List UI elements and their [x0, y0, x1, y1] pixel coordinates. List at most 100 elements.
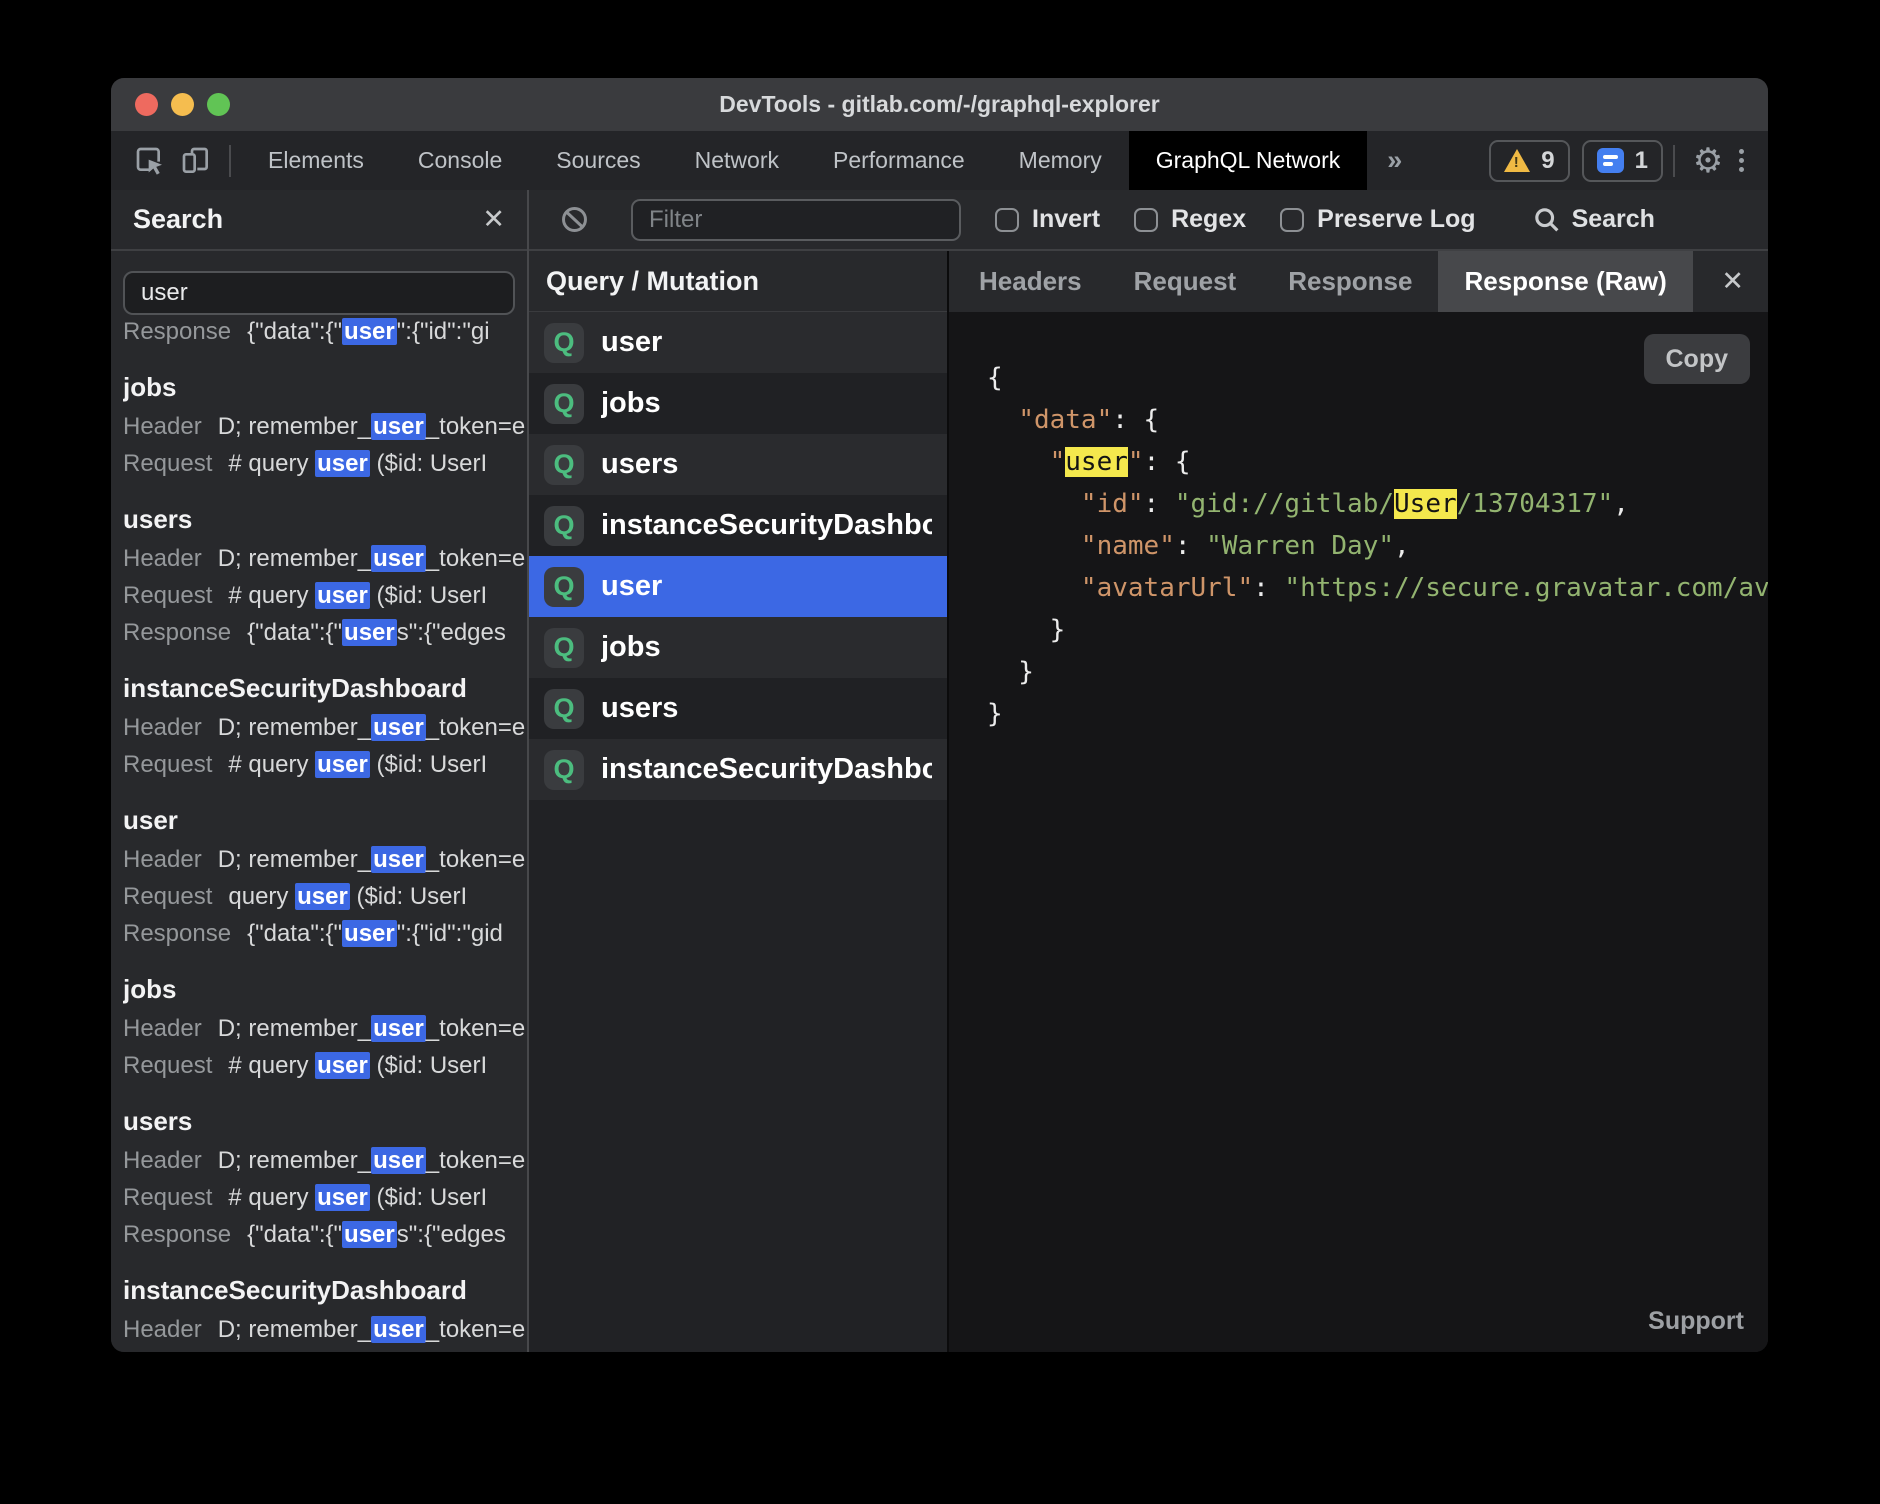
detail-tab-request[interactable]: Request: [1108, 251, 1263, 312]
json-line: }: [987, 651, 1768, 693]
result-group-title: jobs: [123, 974, 527, 1005]
tab-console[interactable]: Console: [391, 131, 529, 190]
zoom-window-button[interactable]: [207, 93, 230, 116]
tab-sources[interactable]: Sources: [529, 131, 667, 190]
query-row-instancesecuritydashboard[interactable]: QinstanceSecurityDashboard: [529, 739, 947, 800]
query-row-instancesecuritydashboard[interactable]: QinstanceSecurityDashboard: [529, 495, 947, 556]
search-result-group: jobsHeaderD; remember_user_token=eReques…: [123, 372, 527, 482]
query-row-label: user: [601, 326, 662, 359]
result-line-label: Request: [123, 1184, 212, 1211]
search-result-line[interactable]: Response{"data":{"user":{"id":"gi: [123, 315, 527, 350]
detail-tab-headers[interactable]: Headers: [953, 251, 1108, 312]
json-match-highlight: User: [1394, 489, 1457, 519]
query-row-user[interactable]: Quser: [529, 556, 947, 617]
json-response: { "data": { "user": { "id": "gid://gitla…: [987, 357, 1768, 735]
checkbox-icon: [1134, 208, 1158, 232]
search-result-line[interactable]: HeaderD; remember_user_token=e: [123, 1142, 527, 1179]
search-result-line[interactable]: Request# query user ($id: UserI: [123, 1179, 527, 1216]
result-line-text: query user ($id: UserI: [228, 883, 467, 910]
search-result-line[interactable]: HeaderD; remember_user_token=e: [123, 841, 527, 878]
result-line-label: Response: [123, 619, 231, 646]
search-result-group: usersHeaderD; remember_user_token=eReque…: [123, 504, 527, 651]
result-line-label: Header: [123, 545, 202, 572]
copy-button[interactable]: Copy: [1644, 334, 1751, 384]
query-type-badge: Q: [544, 628, 584, 668]
result-group-title: instanceSecurityDashboard: [123, 673, 527, 704]
inspect-element-icon[interactable]: [127, 139, 173, 183]
query-type-badge: Q: [544, 750, 584, 790]
search-result-line[interactable]: Requestquery user ($id: UserI: [123, 878, 527, 915]
search-match-highlight: user: [342, 920, 397, 947]
search-result-line[interactable]: Header D; remember_user_token=e: [123, 540, 527, 577]
detail-tab-response-raw[interactable]: Response (Raw): [1438, 251, 1692, 312]
filter-input[interactable]: [631, 199, 961, 241]
result-line-label: Request: [123, 582, 212, 609]
close-detail-icon[interactable]: ✕: [1697, 251, 1768, 312]
result-line-label: Header: [123, 1316, 202, 1343]
close-window-button[interactable]: [135, 93, 158, 116]
menu-dots-icon[interactable]: [1731, 149, 1752, 172]
tab-elements[interactable]: Elements: [241, 131, 391, 190]
block-clear-icon[interactable]: [551, 198, 597, 242]
json-match-highlight: user: [1065, 447, 1128, 477]
result-line-text: D; remember_user_token=e: [218, 1147, 526, 1174]
tab-memory[interactable]: Memory: [992, 131, 1129, 190]
minimize-window-button[interactable]: [171, 93, 194, 116]
tab-performance[interactable]: Performance: [806, 131, 992, 190]
search-result-line[interactable]: Request# query user ($id: UserI: [123, 1348, 527, 1352]
search-result-line[interactable]: HeaderD; remember_user_token=e: [123, 408, 527, 445]
search-result-line[interactable]: Response{"data":{"users":{"edges: [123, 1216, 527, 1253]
query-row-user[interactable]: Quser: [529, 312, 947, 373]
tab-graphql-network[interactable]: GraphQL Network: [1129, 131, 1368, 190]
device-toolbar-icon[interactable]: [173, 139, 219, 183]
search-match-highlight: user: [295, 883, 350, 910]
support-link[interactable]: Support: [1648, 1307, 1744, 1336]
search-result-line[interactable]: HeaderD; remember_user_token=e: [123, 1311, 527, 1348]
search-result-line[interactable]: Response{"data":{"users":{"edges: [123, 614, 527, 651]
invert-checkbox[interactable]: Invert: [995, 205, 1100, 234]
query-row-label: user: [601, 570, 662, 603]
regex-checkbox[interactable]: Regex: [1134, 205, 1246, 234]
tab-network[interactable]: Network: [668, 131, 806, 190]
search-result-line[interactable]: Response{"data":{"user":{"id":"gid: [123, 915, 527, 952]
search-result-line[interactable]: Request# query user ($id: UserI: [123, 746, 527, 783]
preserve-log-checkbox[interactable]: Preserve Log: [1280, 205, 1475, 234]
json-line: }: [987, 693, 1768, 735]
search-result-line[interactable]: HeaderD; remember_user_token=e: [123, 709, 527, 746]
query-row-label: instanceSecurityDashboard: [601, 753, 932, 786]
search-result-line[interactable]: Request# query user ($id: UserI: [123, 577, 527, 614]
search-match-highlight: user: [371, 1147, 426, 1174]
json-line: "data": {: [987, 399, 1768, 441]
result-line-label: Response: [123, 318, 231, 345]
result-group-title: user: [123, 805, 527, 836]
query-list-header: Query / Mutation: [529, 251, 947, 312]
result-line-label: Request: [123, 450, 212, 477]
query-list: QuserQjobsQusersQinstanceSecurityDashboa…: [529, 312, 947, 800]
result-line-text: {"data":{"users":{"edges: [247, 1221, 506, 1248]
search-result-line[interactable]: Request # query user ($id: UserI: [123, 445, 527, 482]
query-row-jobs[interactable]: Qjobs: [529, 617, 947, 678]
search-match-highlight: user: [315, 1184, 370, 1211]
settings-gear-icon[interactable]: ⚙: [1685, 139, 1731, 183]
detail-panel: HeadersRequestResponseResponse (Raw) ✕ C…: [949, 251, 1768, 1352]
search-result-line[interactable]: Request# query user ($id: UserI: [123, 1047, 527, 1084]
messages-badge[interactable]: 1: [1582, 140, 1663, 182]
search-toggle[interactable]: Search: [1532, 205, 1655, 234]
titlebar: DevTools - gitlab.com/-/graphql-explorer: [111, 78, 1768, 131]
search-result-group: jobs HeaderD; remember_user_token=eReques…: [123, 974, 527, 1084]
query-row-users[interactable]: Qusers: [529, 678, 947, 739]
result-line-text: D; remember_user_token=e: [218, 545, 526, 572]
search-result-line[interactable]: HeaderD; remember_user_token=e: [123, 1010, 527, 1047]
result-line-text: # query user ($id: UserI: [228, 450, 487, 477]
search-panel-title: Search: [133, 204, 482, 235]
close-search-panel-icon[interactable]: ✕: [482, 204, 505, 235]
result-line-text: {"data":{"user":{"id":"gid: [247, 920, 503, 947]
issues-warning-badge[interactable]: 9: [1489, 140, 1569, 182]
query-row-jobs[interactable]: Qjobs: [529, 373, 947, 434]
detail-tab-response[interactable]: Response: [1262, 251, 1438, 312]
search-input[interactable]: [123, 271, 515, 315]
query-row-users[interactable]: Qusers: [529, 434, 947, 495]
more-tabs-icon[interactable]: »: [1367, 145, 1422, 176]
json-line: }: [987, 609, 1768, 651]
search-result-group: instanceSecurityDashboardHeaderD; rememb…: [123, 1275, 527, 1352]
